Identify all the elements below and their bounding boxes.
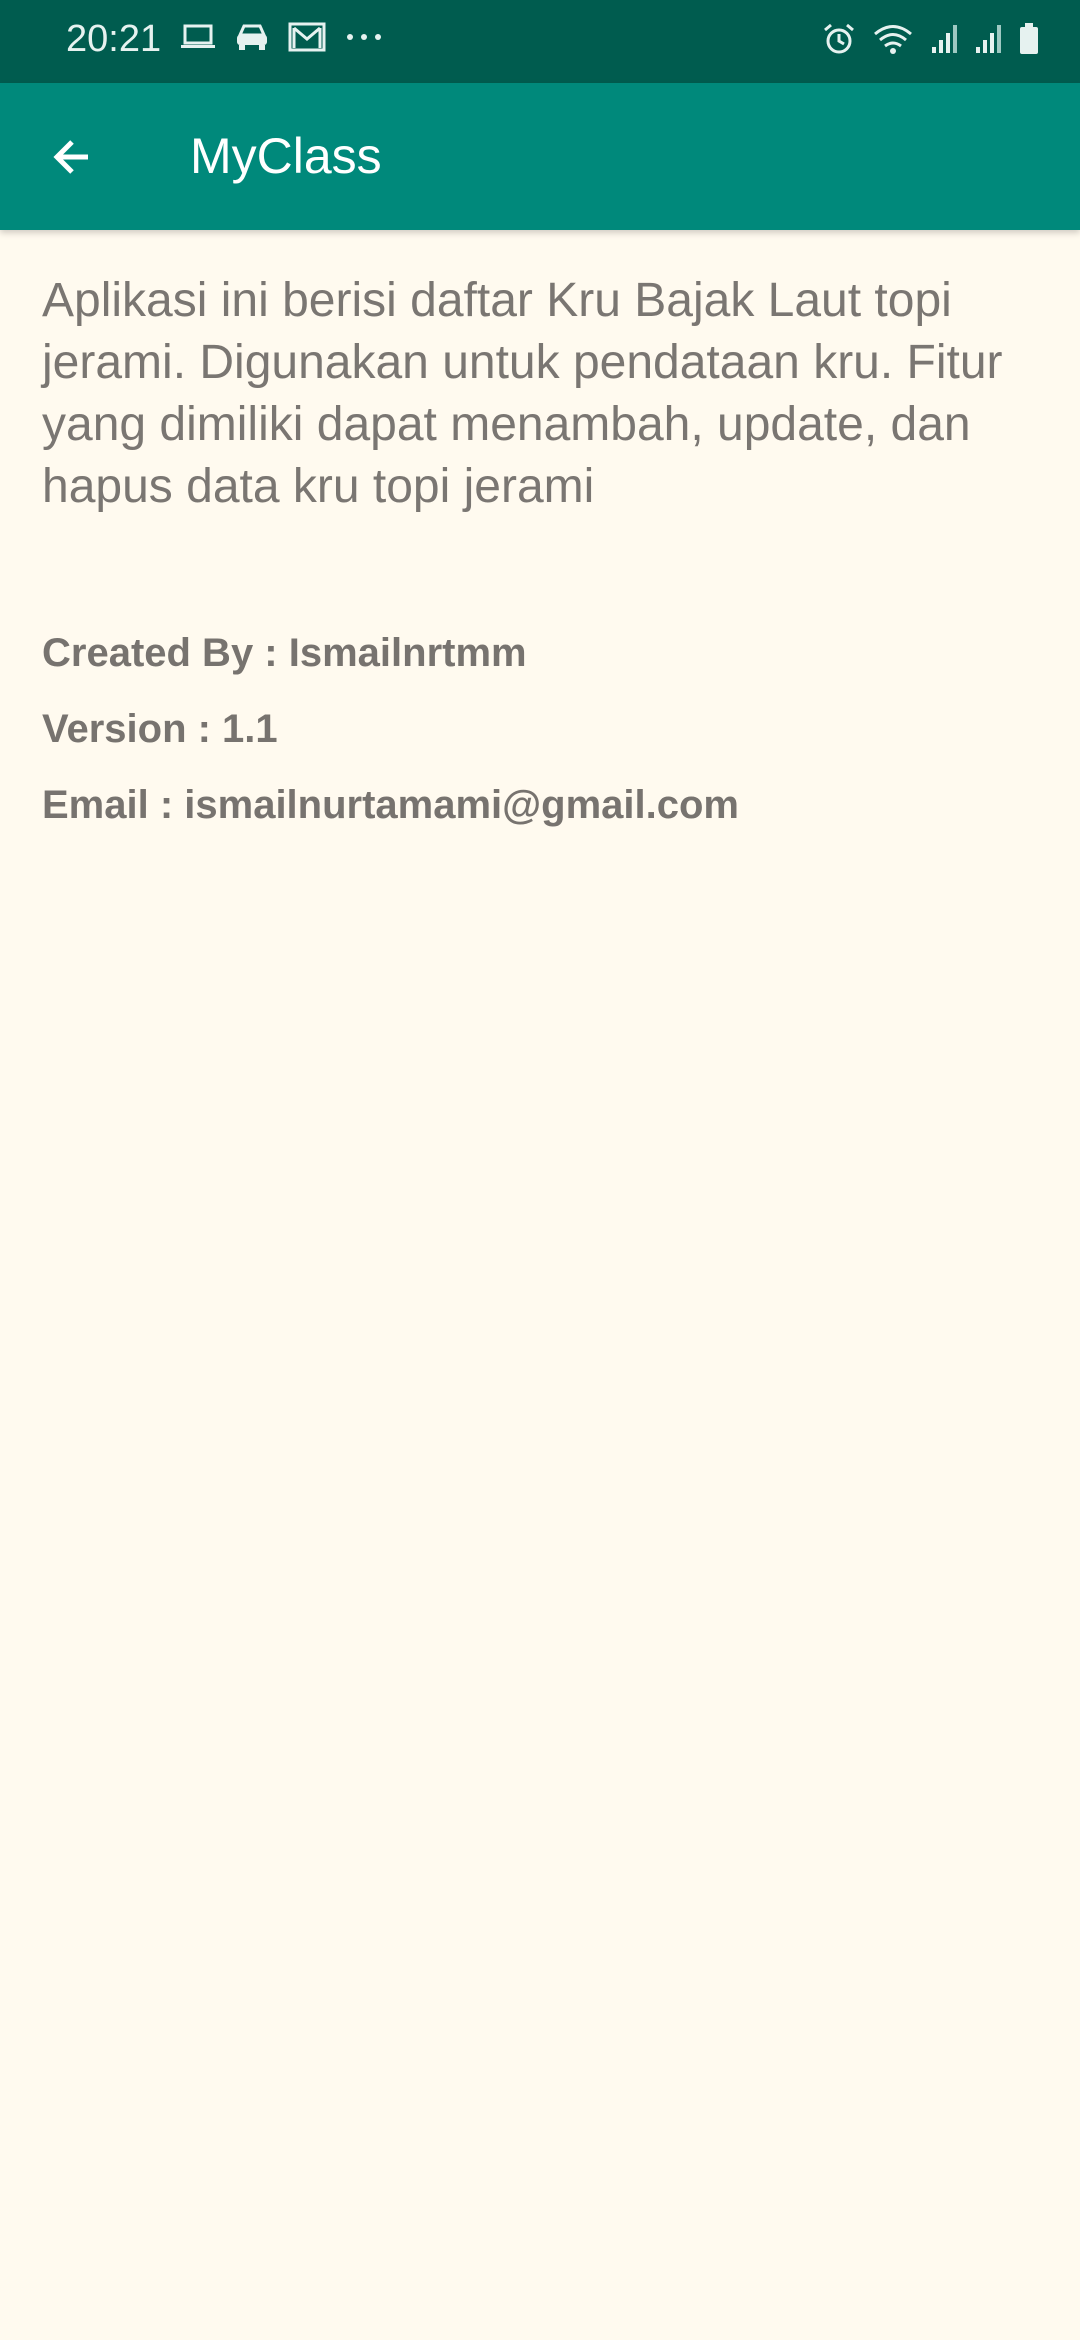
page-title: MyClass xyxy=(190,128,382,184)
signal-icon-2 xyxy=(974,23,1002,55)
created-by-text: Created By : Ismailnrtmm xyxy=(42,631,527,675)
status-time: 20:21 xyxy=(66,18,162,60)
email-text: Email : ismailnurtamami@gmail.com xyxy=(42,783,739,827)
version-text: Version : 1.1 xyxy=(42,707,278,751)
status-icons-left xyxy=(180,22,384,52)
battery-icon xyxy=(1018,22,1040,56)
info-block: Created By : Ismailnrtmm Version : 1.1 E… xyxy=(42,628,1042,830)
about-content: Aplikasi ini berisi daftar Kru Bajak Lau… xyxy=(42,270,1042,856)
status-icons-right xyxy=(822,22,1040,56)
signal-icon xyxy=(930,23,958,55)
car-icon xyxy=(234,22,270,52)
back-button[interactable] xyxy=(36,123,108,195)
app-description: Aplikasi ini berisi daftar Kru Bajak Lau… xyxy=(42,274,1003,513)
alarm-icon xyxy=(822,22,856,56)
status-bar: 20:21 xyxy=(0,0,1080,83)
arrow-left-icon xyxy=(48,133,96,186)
app-bar: MyClass xyxy=(0,83,1080,230)
laptop-icon xyxy=(180,23,216,51)
wifi-icon xyxy=(872,22,914,56)
more-dots-icon xyxy=(344,22,384,52)
gmail-icon xyxy=(288,22,326,52)
